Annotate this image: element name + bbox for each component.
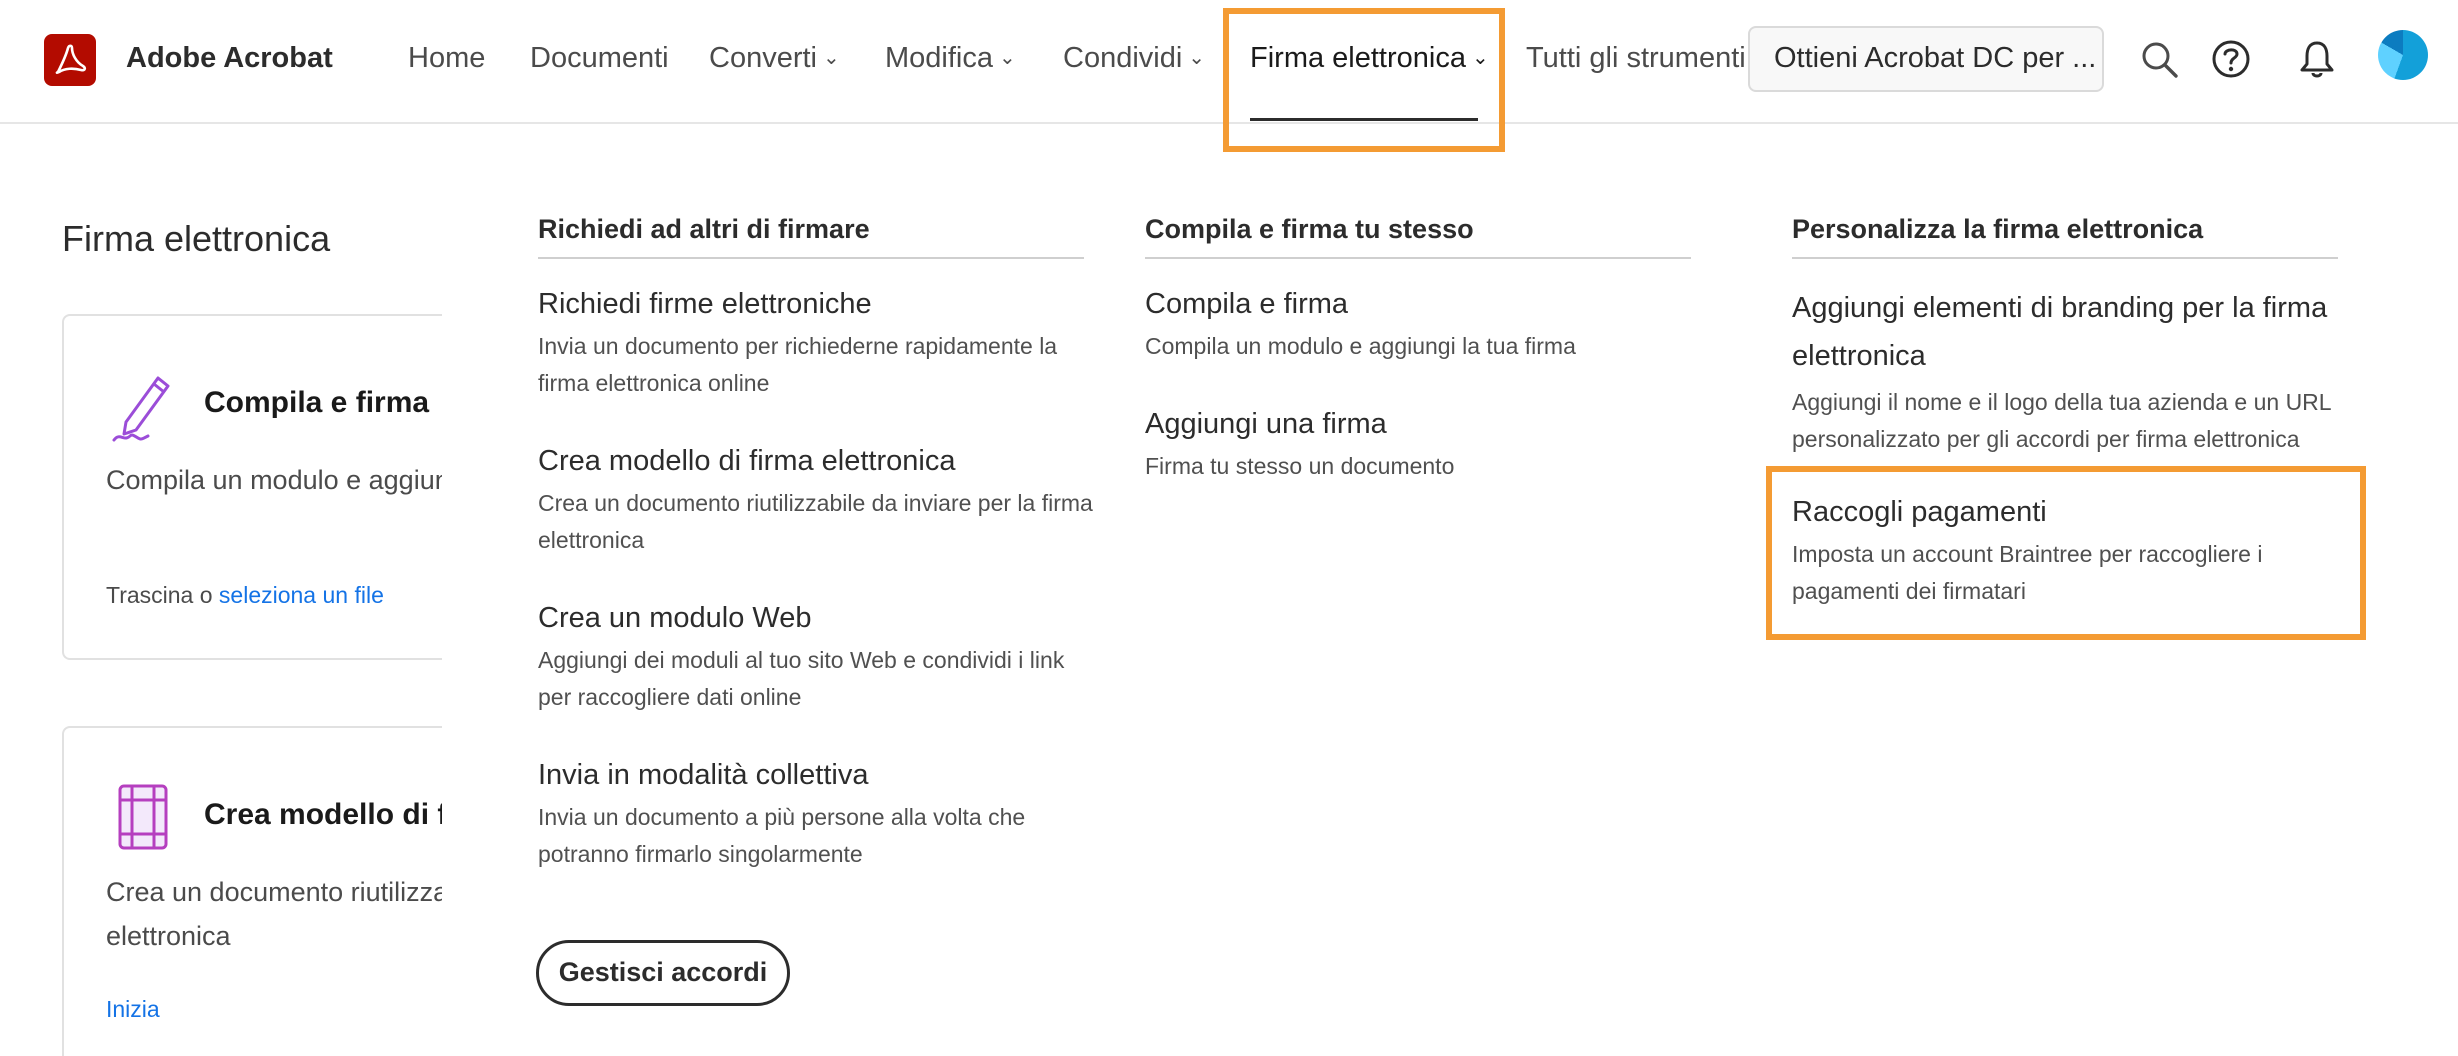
menu-item-title: Aggiungi una firma	[1145, 408, 1387, 440]
nav-home[interactable]: Home	[408, 42, 485, 75]
get-acrobat-button[interactable]: Ottieni Acrobat DC per ...	[1748, 26, 2104, 92]
nav-documenti[interactable]: Documenti	[530, 42, 669, 75]
menu-item-desc: Invia un documento per richiederne rapid…	[538, 333, 1058, 396]
card-title: Compila e firma	[204, 386, 430, 419]
nav-converti[interactable]: Converti ⌄	[709, 42, 840, 75]
acrobat-logo-icon[interactable]	[44, 34, 96, 86]
truncated-footer-text	[536, 1040, 1096, 1056]
menu-item-desc: Firma tu stesso un documento	[1145, 453, 1455, 479]
card-crea-modello[interactable]: Crea modello di firma elettronica Crea u…	[62, 726, 442, 1056]
menu-item-title: Crea modello di firma elettronica	[538, 445, 956, 477]
menu-item-desc: Aggiungi dei moduli al tuo sito Web e co…	[538, 647, 1065, 710]
menu-item-branding[interactable]: Aggiungi elementi di branding per la fir…	[1792, 284, 2332, 458]
acrobat-logo-glyph	[55, 44, 87, 75]
manage-agreements-button[interactable]: Gestisci accordi	[536, 940, 790, 1006]
menu-item-desc: Aggiungi il nome e il logo della tua azi…	[1792, 389, 2331, 452]
highlight-box-payments	[1766, 466, 2366, 640]
page-title: Firma elettronica	[62, 218, 331, 259]
menu-item-title: Invia in modalità collettiva	[538, 759, 869, 791]
nav-modifica-label: Modifica	[885, 42, 993, 74]
brand-name[interactable]: Adobe Acrobat	[126, 42, 333, 75]
nav-condividi[interactable]: Condividi ⌄	[1063, 42, 1205, 75]
chevron-down-icon: ⌄	[823, 47, 840, 69]
nav-tutti-gli-strumenti-label: Tutti gli strumenti	[1526, 42, 1746, 74]
card-footer: Trascina o seleziona un file	[106, 582, 384, 609]
chevron-down-icon: ⌄	[999, 47, 1016, 69]
menu-heading-richiedi: Richiedi ad altri di firmare	[538, 214, 1084, 259]
bell-icon[interactable]	[2296, 38, 2338, 80]
nav-home-label: Home	[408, 42, 486, 74]
menu-item-compila-firma[interactable]: Compila e firma Compila un modulo e aggi…	[1145, 284, 1705, 365]
menu-item-title: Crea un modulo Web	[538, 602, 812, 634]
card-compila-e-firma[interactable]: Compila e firma Compila un modulo e aggi…	[62, 314, 442, 660]
nav-converti-label: Converti	[709, 42, 817, 74]
card-description: Compila un modulo e aggiungi la tua firm…	[106, 465, 442, 495]
menu-item-title: Richiedi firme elettroniche	[538, 288, 872, 320]
chevron-down-icon: ⌄	[1188, 47, 1206, 69]
menu-item-modulo-web[interactable]: Crea un modulo Web Aggiungi dei moduli a…	[538, 598, 1098, 716]
nav-modifica[interactable]: Modifica ⌄	[885, 42, 1016, 75]
highlight-box-nav	[1223, 8, 1505, 152]
menu-heading-personalizza: Personalizza la firma elettronica	[1792, 214, 2338, 259]
menu-item-title: Compila e firma	[1145, 288, 1349, 320]
menu-item-desc: Compila un modulo e aggiungi la tua firm…	[1145, 333, 1576, 359]
nav-tutti-gli-strumenti[interactable]: Tutti gli strumenti	[1526, 42, 1746, 75]
template-icon	[118, 784, 168, 850]
nav-condividi-label: Condividi	[1063, 42, 1183, 74]
menu-item-title: Aggiungi elementi di branding per la fir…	[1792, 292, 2328, 372]
menu-item-crea-modello[interactable]: Crea modello di firma elettronica Crea u…	[538, 441, 1098, 559]
menu-item-desc: Invia un documento a più persone alla vo…	[538, 804, 1026, 867]
menu-heading-compila: Compila e firma tu stesso	[1145, 214, 1691, 259]
nav-documenti-label: Documenti	[530, 42, 669, 74]
menu-item-aggiungi-firma[interactable]: Aggiungi una firma Firma tu stesso un do…	[1145, 404, 1705, 485]
card-title: Crea modello di firma elettronica	[204, 798, 442, 831]
card-description-line2: elettronica	[106, 921, 231, 951]
start-link[interactable]: Inizia	[106, 996, 160, 1023]
help-icon[interactable]	[2210, 38, 2252, 80]
menu-item-richiedi-firme[interactable]: Richiedi firme elettroniche Invia un doc…	[538, 284, 1098, 402]
search-icon[interactable]	[2138, 38, 2180, 80]
select-file-link[interactable]: seleziona un file	[219, 582, 384, 608]
menu-item-desc: Crea un documento riutilizzabile da invi…	[538, 490, 1093, 553]
avatar[interactable]	[2378, 30, 2428, 80]
drop-hint-text: Trascina o	[106, 582, 219, 608]
pen-sign-icon	[112, 376, 170, 442]
menu-item-modalita-collettiva[interactable]: Invia in modalità collettiva Invia un do…	[538, 755, 1098, 873]
card-description-line1: Crea un documento riutilizzabile da invi…	[106, 877, 442, 907]
